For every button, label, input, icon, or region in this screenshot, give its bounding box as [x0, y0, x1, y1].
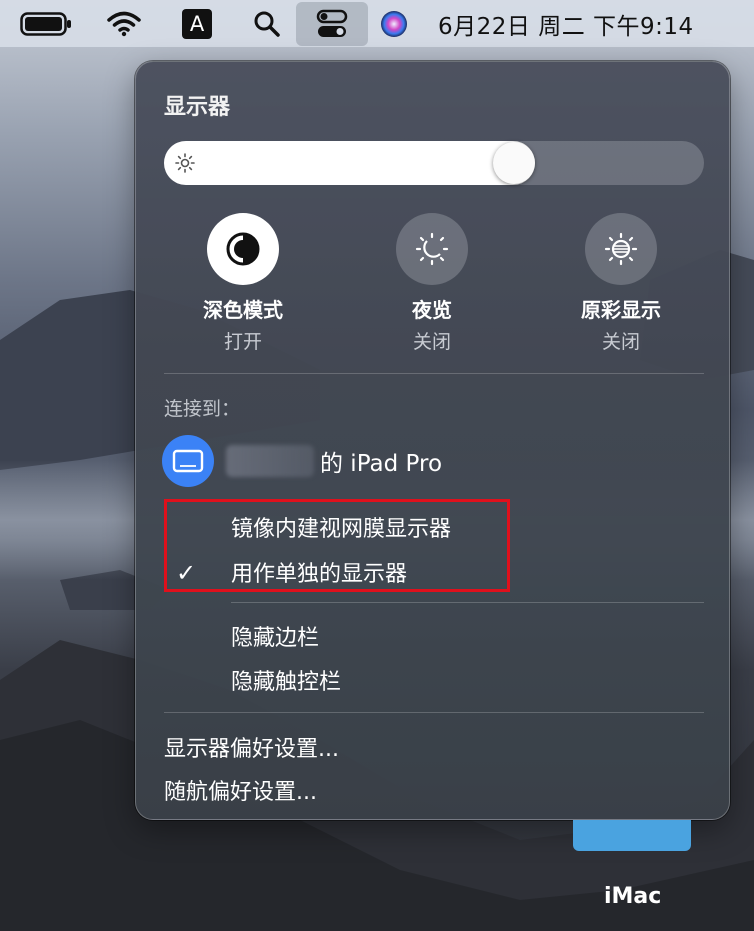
panel-title: 显示器: [164, 95, 231, 120]
options-divider: [231, 602, 704, 603]
connect-to-label: 连接到：: [164, 398, 241, 420]
device-name: 的 iPad Pro: [320, 451, 443, 477]
brightness-slider-knob[interactable]: [493, 142, 535, 184]
night-shift-icon: [415, 232, 449, 266]
dark-mode-icon: [226, 232, 260, 266]
menubar-clock[interactable]: 6月22日 周二 下午9:14: [438, 0, 738, 47]
sidecar-preferences-link[interactable]: 随航偏好设置...: [164, 774, 317, 806]
siri-icon[interactable]: [374, 0, 414, 47]
separate-display-option[interactable]: 用作单独的显示器: [231, 556, 407, 588]
hide-touchbar-option[interactable]: 隐藏触控栏: [231, 664, 341, 696]
input-method-icon[interactable]: A: [180, 0, 214, 47]
section-divider: [164, 373, 704, 374]
brightness-icon: [175, 153, 195, 173]
true-tone-status: 关闭: [601, 331, 640, 353]
display-preferences-link[interactable]: 显示器偏好设置...: [164, 731, 339, 763]
dark-mode-toggle[interactable]: 深色模式 打开: [163, 213, 323, 354]
dark-mode-label: 深色模式: [203, 298, 283, 322]
night-shift-toggle[interactable]: 夜览 关闭: [352, 213, 512, 354]
ipad-icon: [162, 435, 214, 487]
brightness-slider[interactable]: [164, 141, 704, 185]
hide-sidebar-option[interactable]: 隐藏边栏: [231, 620, 319, 652]
input-method-label: A: [182, 8, 212, 39]
wifi-icon[interactable]: [104, 0, 144, 47]
control-center-icon[interactable]: [296, 2, 368, 46]
brightness-slider-fill: [164, 141, 535, 185]
display-control-panel: 显示器 深色模式 打开 夜览 关闭 原彩显示 关闭 连接到： 的 iPad Pr…: [135, 61, 730, 820]
imac-drive-icon[interactable]: [573, 820, 691, 851]
search-icon[interactable]: [248, 0, 286, 47]
imac-label[interactable]: iMac: [604, 884, 661, 909]
links-divider: [164, 712, 704, 713]
mirror-display-option[interactable]: 镜像内建视网膜显示器: [231, 511, 451, 543]
night-shift-button[interactable]: [396, 213, 468, 285]
night-shift-label: 夜览: [412, 298, 452, 322]
checkmark-icon: ✓: [176, 559, 197, 587]
true-tone-toggle[interactable]: 原彩显示 关闭: [541, 213, 701, 354]
night-shift-status: 关闭: [412, 331, 451, 353]
menu-bar: A 6月22日 周二 下午9:14: [0, 0, 754, 47]
true-tone-icon: [604, 232, 638, 266]
true-tone-button[interactable]: [585, 213, 657, 285]
battery-icon[interactable]: [18, 0, 74, 47]
true-tone-label: 原彩显示: [581, 298, 661, 322]
dark-mode-status: 打开: [223, 331, 262, 353]
redacted-owner-name: [226, 445, 314, 477]
sidecar-device-item[interactable]: 的 iPad Pro: [162, 435, 442, 487]
dark-mode-button[interactable]: [207, 213, 279, 285]
